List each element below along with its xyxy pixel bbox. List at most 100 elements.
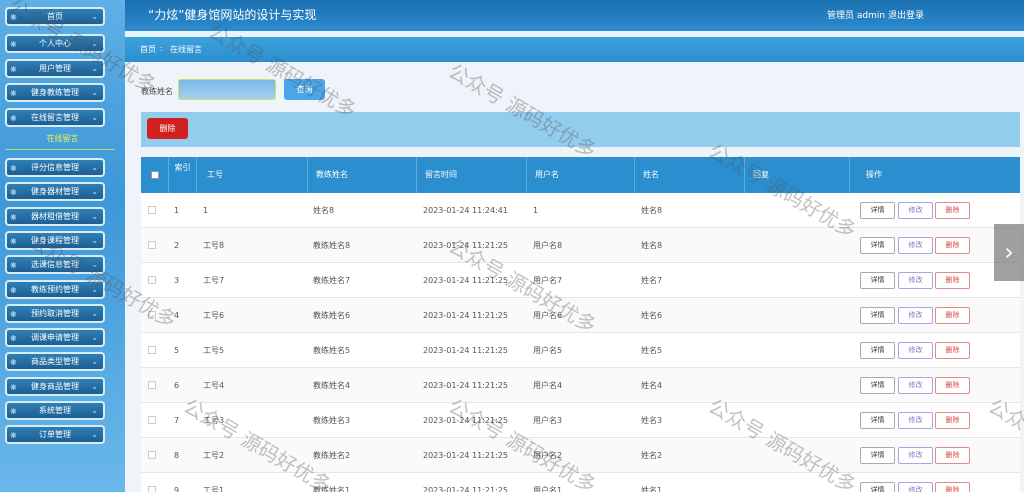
chevron-down-icon: ⌄ [91,406,98,415]
detail-button[interactable]: 详情 [860,307,895,324]
delete-button[interactable]: 删除 [935,237,970,254]
sidebar-item-8[interactable]: ❋ 健身课程管理 ⌄ [5,230,105,250]
breadcrumb: 首页 : 在线留言 [125,37,1024,62]
detail-button[interactable]: 详情 [860,412,895,429]
chevron-down-icon: ⌄ [91,357,98,367]
cell-gonghao: 工号1 [203,486,225,492]
cell-name: 姓名8 [641,241,663,250]
sidebar-item-7[interactable]: ❋ 器材租借管理 ⌄ [5,206,105,226]
select-all-checkbox[interactable] [141,157,169,193]
chevron-down-icon: ⌄ [91,211,98,221]
edit-button[interactable]: 修改 [898,307,933,324]
edit-button[interactable]: 修改 [898,237,933,254]
delete-button[interactable]: 删除 [935,307,970,324]
detail-button[interactable]: 详情 [860,377,895,394]
sidebar-item-10[interactable]: ❋ 教练预约管理 ⌄ [5,279,105,299]
cell-message-time: 2023-01-24 11:21:25 [423,311,508,320]
edit-button[interactable]: 修改 [898,272,933,289]
edit-button[interactable]: 修改 [898,482,933,492]
cell-message-time: 2023-01-24 11:21:25 [423,486,508,492]
table-row: 5 工号5 教练姓名5 2023-01-24 11:21:25 用户名5 姓名5 详情 修改删… [141,333,1020,368]
row-checkbox[interactable] [148,486,156,492]
cell-coach-name: 姓名8 [313,206,335,215]
row-checkbox[interactable] [148,241,156,249]
cell-username: 用户名5 [533,346,563,355]
detail-button[interactable]: 详情 [860,202,895,219]
cell-index: 7 [174,416,180,425]
edit-button[interactable]: 修改 [898,412,933,429]
row-checkbox[interactable] [148,416,156,424]
cell-name: 姓名1 [641,486,663,492]
row-checkbox[interactable] [148,276,156,284]
cell-gonghao: 工号7 [203,276,225,285]
delete-button[interactable]: 删除 [935,412,970,429]
delete-button[interactable]: 删除 [935,342,970,359]
cell-name: 姓名3 [641,416,663,425]
col-actions: 操作 [866,170,882,179]
delete-button[interactable]: 删除 [935,202,970,219]
chevron-down-icon: ⌄ [91,39,98,48]
row-checkbox[interactable] [148,346,156,354]
chevron-down-icon: ⌄ [91,308,98,318]
edit-button[interactable]: 修改 [898,447,933,464]
row-checkbox[interactable] [148,451,156,459]
sidebar-item-14[interactable]: ❋ 健身商品管理 ⌄ [5,376,105,396]
sidebar-item-0[interactable]: ❋ 首页 ⌄ [5,7,105,26]
detail-button[interactable]: 详情 [860,447,895,464]
sidebar-item-15[interactable]: ❋ 系统管理 ⌄ [5,401,105,420]
edit-button[interactable]: 修改 [898,377,933,394]
delete-button[interactable]: 删除 [935,447,970,464]
table-body: 1 1 姓名8 2023-01-24 11:24:41 1 姓名8 详情 修改 删除 2 工号8 教练… [141,193,1020,492]
sidebar-item-label: 健身课程管理 [31,235,79,245]
cell-coach-name: 教练姓名4 [313,381,351,390]
sidebar-item-12[interactable]: ❋ 调课申请管理 ⌄ [5,328,105,348]
table-row: 9 工号1 教练姓名1 2023-01-24 11:21:25 用户名1 姓名1 详情 修改删… [141,473,1020,492]
cell-name: 姓名2 [641,451,663,460]
sidebar-item-11[interactable]: ❋ 预约取消管理 ⌄ [5,303,105,323]
row-checkbox[interactable] [148,206,156,214]
detail-button[interactable]: 详情 [860,342,895,359]
col-username: 用户名 [527,157,635,193]
coach-name-search-input[interactable] [178,79,276,100]
sidebar-item-4[interactable]: ❋ 在线留言管理 ⌄ [5,108,105,127]
edit-button[interactable]: 修改 [898,202,933,219]
sidebar-item-3[interactable]: ❋ 健身教练管理 ⌄ [5,83,105,102]
breadcrumb-home[interactable]: 首页 [140,44,156,55]
logout-link[interactable]: 退出登录 [888,8,924,21]
sidebar-item-label: 首页 [47,12,63,21]
chevron-down-icon: ⌄ [91,64,98,73]
detail-button[interactable]: 详情 [860,237,895,254]
sidebar-item-label: 选课信息管理 [31,260,79,270]
action-bar [141,112,1020,147]
swirl-icon: ❋ [10,164,17,173]
sidebar-item-2[interactable]: ❋ 用户管理 ⌄ [5,59,105,78]
delete-button[interactable]: 删除 [935,272,970,289]
delete-button[interactable]: 删除 [935,377,970,394]
col-index: 索引 [169,157,197,193]
row-checkbox[interactable] [148,311,156,319]
bulk-delete-button[interactable]: 删除 [147,118,188,139]
detail-button[interactable]: 详情 [860,272,895,289]
sidebar-item-9[interactable]: ❋ 选课信息管理 ⌄ [5,255,105,275]
sidebar-active-item[interactable]: 在线留言 [0,133,125,144]
edit-button[interactable]: 修改 [898,342,933,359]
swirl-icon: ❋ [10,285,17,295]
sidebar-item-label: 健身商品管理 [31,381,79,391]
sidebar-item-6[interactable]: ❋ 健身器材管理 ⌄ [5,182,105,202]
delete-button[interactable]: 删除 [935,482,970,492]
search-button[interactable]: 查询 [284,79,325,100]
sidebar-item-13[interactable]: ❋ 商品类型管理 ⌄ [5,352,105,372]
sidebar-item-16[interactable]: ❋ 订单管理 ⌄ [5,425,105,445]
cell-index: 9 [174,486,180,492]
cell-name: 姓名7 [641,276,663,285]
next-arrow-icon[interactable]: › [994,224,1024,281]
cell-message-time: 2023-01-24 11:21:25 [423,346,508,355]
detail-button[interactable]: 详情 [860,482,895,492]
row-checkbox[interactable] [148,381,156,389]
cell-index: 6 [174,381,180,390]
cell-index: 3 [174,276,180,285]
swirl-icon: ❋ [10,40,17,49]
cell-gonghao: 工号2 [203,451,225,460]
sidebar-item-1[interactable]: ❋ 个人中心 ⌄ [5,34,105,53]
sidebar-item-5[interactable]: ❋ 评分信息管理 ⌄ [5,158,105,177]
